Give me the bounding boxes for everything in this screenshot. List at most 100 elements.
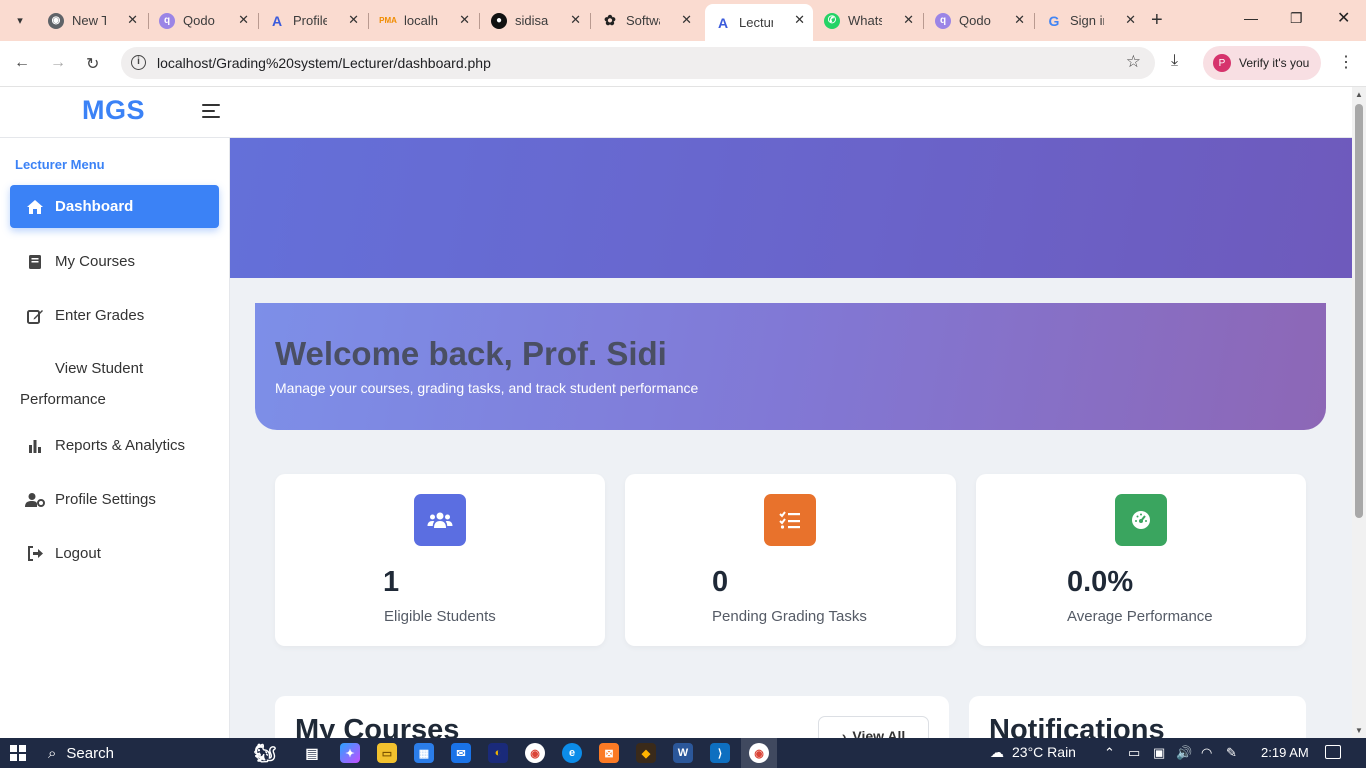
minimize-icon[interactable]: — bbox=[1244, 10, 1258, 26]
phpmyadmin-icon: PMA bbox=[379, 16, 397, 25]
sidebar-title: Lecturer Menu bbox=[15, 157, 105, 172]
close-icon[interactable]: ✕ bbox=[681, 12, 692, 28]
forward-arrow-icon[interactable]: → bbox=[50, 54, 66, 72]
sidebar-item-label: Reports & Analytics bbox=[55, 437, 186, 454]
device-icon[interactable]: ▣ bbox=[1153, 745, 1165, 761]
back-arrow-icon[interactable]: ← bbox=[14, 54, 30, 72]
browser-tab-bar: ▾ ◉ New Tab ✕ q Qodo ✕ A Profile ✕ PMA l… bbox=[0, 0, 1366, 41]
vscode-icon[interactable]: ⟩ bbox=[710, 743, 730, 763]
sidebar-item-label: Dashboard bbox=[55, 198, 134, 215]
scrollbar-thumb[interactable] bbox=[1355, 104, 1363, 518]
app-icon[interactable]: ◐ bbox=[488, 743, 508, 763]
home-icon bbox=[25, 198, 45, 216]
scroll-down-icon[interactable]: ▼ bbox=[1355, 726, 1363, 735]
edge-icon[interactable]: e bbox=[562, 743, 582, 763]
tab-localhost[interactable]: PMA localhost ✕ bbox=[370, 6, 478, 35]
window-close-icon[interactable]: ✕ bbox=[1337, 8, 1350, 28]
clock[interactable]: 2:19 AM bbox=[1261, 745, 1309, 760]
chrome-active-icon[interactable]: ◉ bbox=[749, 743, 769, 763]
word-icon[interactable]: W bbox=[673, 743, 693, 763]
tab-qodo[interactable]: q Qodo ✕ bbox=[149, 6, 257, 35]
sidebar-item-view-student-performance[interactable]: View Student Performance bbox=[20, 353, 220, 415]
tab-software[interactable]: ✿ Software ✕ bbox=[592, 6, 700, 35]
sidebar-item-logout[interactable]: Logout bbox=[10, 532, 219, 575]
url-text[interactable]: localhost/Grading%20system/Lecturer/dash… bbox=[157, 55, 491, 71]
whatsapp-icon: ✆ bbox=[824, 12, 840, 29]
sidebar-item-reports-analytics[interactable]: Reports & Analytics bbox=[10, 424, 219, 467]
sidebar-item-enter-grades[interactable]: Enter Grades bbox=[10, 294, 219, 337]
app-icon-2[interactable]: ◆ bbox=[636, 743, 656, 763]
tray-chevron-icon[interactable]: ⌃ bbox=[1104, 745, 1115, 761]
tab-sign-in[interactable]: G Sign in ✕ bbox=[1036, 6, 1144, 35]
taskbar-search[interactable]: ⌕ Search bbox=[38, 738, 238, 768]
tab-github[interactable]: ● sidisam ✕ bbox=[481, 6, 589, 35]
sidebar-item-dashboard[interactable]: Dashboard bbox=[10, 185, 219, 228]
welcome-subtitle: Manage your courses, grading tasks, and … bbox=[275, 380, 699, 396]
pen-icon[interactable]: ✎ bbox=[1226, 745, 1237, 761]
tab-search-icon[interactable]: ▾ bbox=[8, 8, 32, 32]
close-icon[interactable]: ✕ bbox=[348, 12, 359, 28]
close-icon[interactable]: ✕ bbox=[903, 12, 914, 28]
verify-profile-button[interactable]: P Verify it's you bbox=[1203, 46, 1321, 80]
verify-label: Verify it's you bbox=[1239, 56, 1310, 70]
close-icon[interactable]: ✕ bbox=[459, 12, 470, 28]
close-icon[interactable]: ✕ bbox=[794, 12, 805, 28]
site-info-icon[interactable]: i bbox=[131, 55, 146, 70]
battery-icon[interactable]: ▭ bbox=[1128, 745, 1140, 761]
tab-whatsapp[interactable]: ✆ WhatsApp ✕ bbox=[814, 6, 922, 35]
close-icon[interactable]: ✕ bbox=[238, 12, 249, 28]
xampp-icon[interactable]: ⊠ bbox=[599, 743, 619, 763]
reload-icon[interactable]: ↻ bbox=[86, 54, 99, 74]
bookmark-star-icon[interactable]: ☆ bbox=[1126, 52, 1141, 72]
chrome-icon: ◉ bbox=[48, 12, 64, 29]
squirrel-widget-icon[interactable]: 🐿 bbox=[240, 743, 290, 763]
tasks-icon bbox=[764, 494, 816, 546]
download-icon[interactable]: ⤓ bbox=[1171, 52, 1178, 70]
sidebar-item-label: View Student bbox=[55, 360, 144, 377]
sidebar-item-my-courses[interactable]: My Courses bbox=[10, 240, 219, 283]
view-all-button[interactable]: › View All bbox=[818, 716, 929, 738]
app-logo[interactable]: MGS bbox=[82, 95, 145, 126]
tab-new-tab[interactable]: ◉ New Tab ✕ bbox=[38, 6, 146, 35]
close-icon[interactable]: ✕ bbox=[1125, 12, 1136, 28]
sidebar-item-label: Logout bbox=[55, 545, 101, 562]
profile-avatar: P bbox=[1213, 54, 1231, 72]
qodo-icon: q bbox=[159, 12, 175, 29]
tab-lecturer[interactable]: A Lecturer ✕ bbox=[705, 4, 813, 41]
book-icon bbox=[25, 253, 45, 271]
stat-card-eligible-students: 1 Eligible Students bbox=[275, 474, 605, 646]
notification-center-icon[interactable] bbox=[1325, 745, 1341, 759]
menu-toggle-icon[interactable] bbox=[202, 104, 220, 120]
panel-title: Notifications bbox=[989, 714, 1165, 738]
restore-icon[interactable]: ❐ bbox=[1290, 10, 1303, 27]
copilot-icon[interactable]: ✦ bbox=[340, 743, 360, 763]
tab-qodo-2[interactable]: q Qodo ✕ bbox=[925, 6, 1033, 35]
tab-profile[interactable]: A Profile ✕ bbox=[259, 6, 367, 35]
new-tab-plus-icon[interactable]: + bbox=[1151, 9, 1163, 32]
browser-toolbar: ← → ↻ i localhost/Grading%20system/Lectu… bbox=[0, 41, 1366, 87]
scroll-up-icon[interactable]: ▲ bbox=[1355, 90, 1363, 99]
close-icon[interactable]: ✕ bbox=[127, 12, 138, 28]
weather-widget[interactable]: ☁ 23°C Rain bbox=[990, 744, 1076, 761]
openai-icon: ✿ bbox=[604, 12, 616, 28]
close-icon[interactable]: ✕ bbox=[1014, 12, 1025, 28]
my-courses-panel: My Courses › View All bbox=[275, 696, 949, 738]
file-explorer-icon[interactable]: ▭ bbox=[377, 743, 397, 763]
address-bar[interactable]: i localhost/Grading%20system/Lecturer/da… bbox=[121, 47, 1155, 79]
close-icon[interactable]: ✕ bbox=[570, 12, 581, 28]
windows-start-icon[interactable] bbox=[10, 745, 26, 761]
page-scrollbar[interactable]: ▲ ▼ bbox=[1352, 87, 1366, 738]
sidebar-item-profile-settings[interactable]: Profile Settings bbox=[10, 478, 219, 521]
stat-label: Pending Grading Tasks bbox=[712, 608, 867, 625]
wifi-icon[interactable]: ◠ bbox=[1201, 745, 1212, 761]
browser-menu-icon[interactable]: ⋮ bbox=[1338, 52, 1354, 72]
task-view-icon[interactable]: ▤ bbox=[302, 743, 322, 763]
stat-card-pending-grading: 0 Pending Grading Tasks bbox=[625, 474, 956, 646]
volume-icon[interactable]: 🔊 bbox=[1176, 745, 1192, 761]
store-icon[interactable]: ▦ bbox=[414, 743, 434, 763]
mail-icon[interactable]: ✉ bbox=[451, 743, 471, 763]
welcome-title: Welcome back, Prof. Sidi bbox=[275, 335, 667, 372]
chrome-icon[interactable]: ◉ bbox=[525, 743, 545, 763]
user-cog-icon bbox=[25, 491, 45, 509]
top-navbar: MGS bbox=[0, 87, 1352, 138]
